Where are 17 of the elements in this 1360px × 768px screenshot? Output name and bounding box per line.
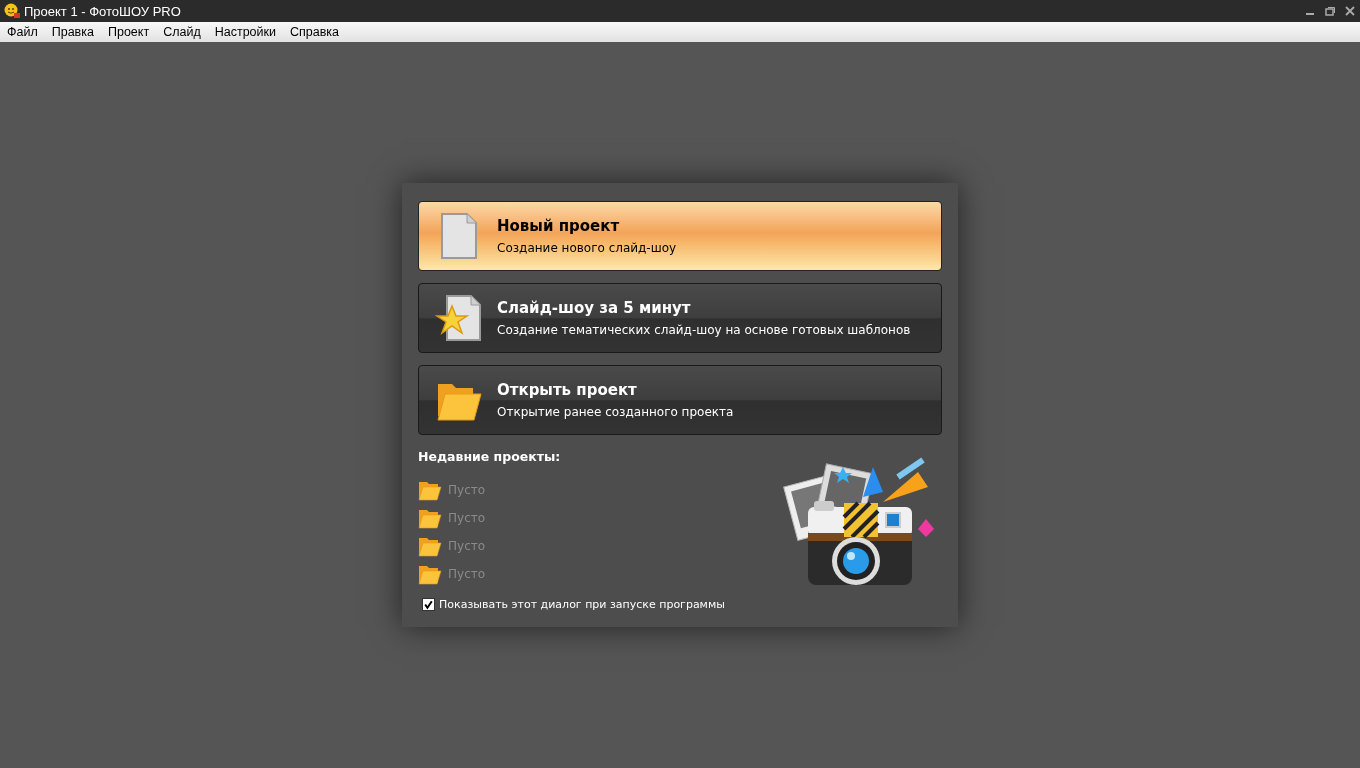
action-button[interactable]: Новый проект Создание нового слайд-шоу: [418, 201, 942, 271]
checkbox-label: Показывать этот диалог при запуске программы: [439, 598, 725, 611]
menu-item[interactable]: Файл: [4, 25, 45, 39]
recent-projects-heading: Недавние проекты:: [418, 449, 562, 464]
smiley-icon: [4, 3, 20, 19]
menu-item[interactable]: Настройки: [211, 25, 283, 39]
close-icon[interactable]: [1344, 5, 1356, 17]
menu-item[interactable]: Справка: [287, 25, 347, 39]
menu-item[interactable]: Проект: [104, 25, 157, 39]
restore-icon[interactable]: [1324, 5, 1336, 17]
menu-item[interactable]: Слайд: [160, 25, 208, 39]
checkbox[interactable]: [422, 598, 435, 611]
action-button[interactable]: Открыть проект Открытие ранее созданного проекта: [418, 365, 942, 435]
window-title: Проект 1 - ФотоШОУ PRO: [24, 3, 182, 19]
menu-item[interactable]: Правка: [48, 25, 101, 39]
star-document-icon: [435, 294, 483, 342]
action-button[interactable]: Слайд-шоу за 5 минут Создание тематических слайд-шоу на основе готовых шаблонов: [418, 283, 942, 353]
